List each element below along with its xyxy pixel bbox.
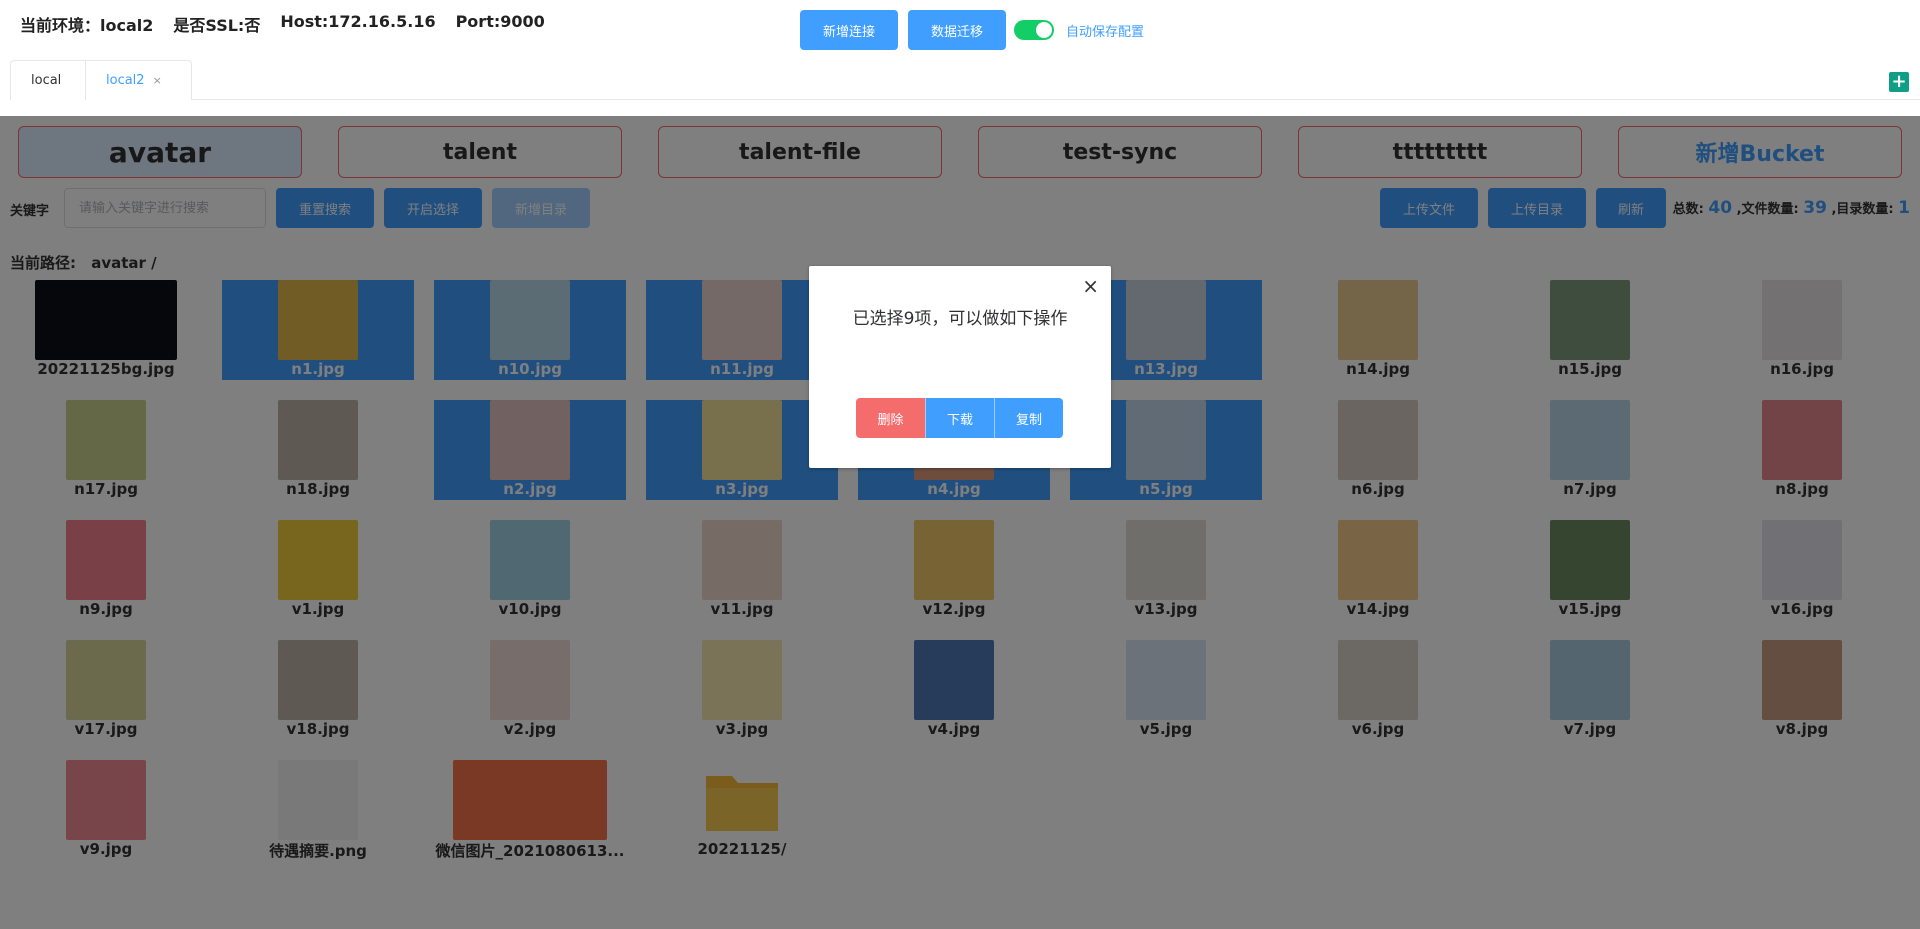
download-button[interactable]: 下载 — [925, 398, 994, 438]
modal-overlay[interactable] — [0, 116, 1920, 929]
dialog-message: 已选择9项，可以做如下操作 — [852, 309, 1068, 329]
connection-info: 当前环境：local2 是否SSL:否 Host:172.16.5.16 Por… — [20, 12, 545, 36]
tab-local[interactable]: local — [10, 60, 86, 100]
top-actions: 新增连接 数据迁移 自动保存配置 — [800, 10, 1144, 50]
port-label: Port:9000 — [455, 12, 545, 31]
close-icon[interactable]: × — [1082, 274, 1099, 298]
host-label: Host:172.16.5.16 — [280, 12, 436, 31]
dialog-actions: 删除 下载 复制 — [856, 398, 1063, 438]
tab-local2[interactable]: local2 × — [85, 60, 192, 100]
connection-tabs: local local2 × — [10, 60, 1920, 100]
ssl-label: 是否SSL:否 — [173, 16, 261, 35]
copy-button[interactable]: 复制 — [994, 398, 1063, 438]
delete-button[interactable]: 删除 — [856, 398, 925, 438]
auto-save-label: 自动保存配置 — [1066, 24, 1145, 40]
env-label: 当前环境：local2 — [20, 16, 154, 35]
add-tab-icon[interactable]: + — [1889, 72, 1909, 92]
data-migration-button[interactable]: 数据迁移 — [908, 10, 1006, 50]
tab-close-icon[interactable]: × — [153, 74, 162, 87]
auto-save-toggle[interactable] — [1014, 20, 1054, 40]
tab-label: local — [31, 73, 62, 88]
tab-label: local2 — [106, 73, 145, 88]
selection-dialog: × 已选择9项，可以做如下操作 删除 下载 复制 — [809, 266, 1111, 468]
new-connection-button[interactable]: 新增连接 — [800, 10, 898, 50]
